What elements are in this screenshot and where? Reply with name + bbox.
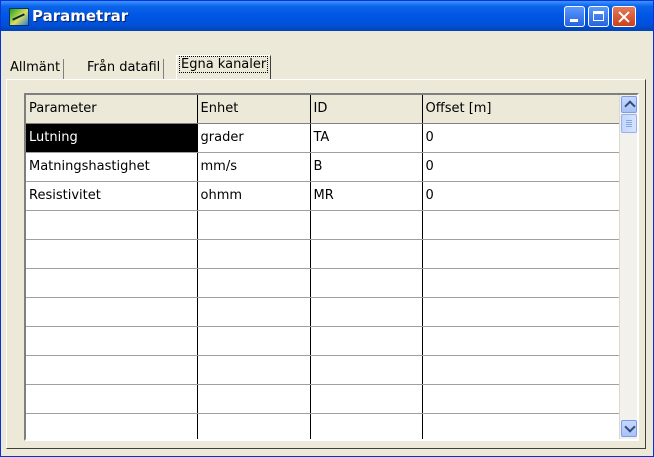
- tab-egna-kanaler-label: Egna kanaler: [178, 56, 269, 73]
- channel-table: Parameter Enhet ID Offset [m] Lutning gra…: [26, 95, 620, 439]
- column-header-parameter[interactable]: Parameter: [26, 95, 198, 124]
- table-cell[interactable]: [26, 210, 198, 240]
- table-row: Matningshastighet mm/s B 0: [26, 152, 620, 182]
- table-row: Lutning grader TA 0: [26, 123, 620, 153]
- table-cell[interactable]: [422, 297, 620, 327]
- table-cell[interactable]: [26, 239, 198, 269]
- table-cell[interactable]: [310, 384, 423, 414]
- channel-grid[interactable]: Parameter Enhet ID Offset [m] Lutning gra…: [24, 93, 639, 441]
- table-cell[interactable]: [197, 239, 311, 269]
- table-cell[interactable]: Lutning: [26, 123, 198, 153]
- table-cell[interactable]: [310, 326, 423, 356]
- close-button[interactable]: [612, 6, 636, 27]
- table-row: [26, 297, 620, 327]
- table-cell[interactable]: TA: [310, 123, 423, 153]
- table-cell[interactable]: [310, 413, 423, 439]
- table-cell[interactable]: mm/s: [197, 152, 311, 182]
- table-cell[interactable]: [310, 355, 423, 385]
- table-cell[interactable]: 0: [422, 123, 620, 153]
- column-header-offset[interactable]: Offset [m]: [422, 95, 620, 124]
- table-cell[interactable]: [197, 326, 311, 356]
- tab-egna-kanaler[interactable]: Egna kanaler: [176, 55, 272, 79]
- table-cell[interactable]: [197, 384, 311, 414]
- table-row: Resistivitet ohmm MR 0: [26, 181, 620, 211]
- table-cell[interactable]: Matningshastighet: [26, 152, 198, 182]
- table-cell[interactable]: [422, 413, 620, 439]
- table-cell[interactable]: [26, 355, 198, 385]
- table-row: [26, 239, 620, 269]
- table-cell[interactable]: [26, 326, 198, 356]
- table-cell[interactable]: [197, 297, 311, 327]
- table-row: [26, 268, 620, 298]
- table-cell[interactable]: [310, 268, 423, 298]
- table-cell[interactable]: [310, 297, 423, 327]
- table-cell[interactable]: [26, 413, 198, 439]
- table-cell[interactable]: [310, 239, 423, 269]
- minimize-button[interactable]: [564, 6, 585, 27]
- scroll-up-arrow-icon[interactable]: [621, 96, 637, 113]
- table-cell[interactable]: grader: [197, 123, 311, 153]
- title-bar[interactable]: Parametrar: [1, 1, 653, 31]
- table-cell[interactable]: [422, 239, 620, 269]
- column-header-id[interactable]: ID: [310, 95, 423, 124]
- table-cell[interactable]: 0: [422, 152, 620, 182]
- table-cell[interactable]: 0: [422, 181, 620, 211]
- table-cell[interactable]: [197, 413, 311, 439]
- parametrar-window: Parametrar Allmänt Från datafil Egna kan…: [0, 0, 654, 457]
- table-cell[interactable]: [422, 384, 620, 414]
- scroll-thumb[interactable]: [621, 114, 637, 133]
- vertical-scrollbar[interactable]: [619, 95, 637, 439]
- table-header-row: Parameter Enhet ID Offset [m]: [26, 95, 620, 124]
- table-cell[interactable]: [197, 210, 311, 240]
- table-row: [26, 413, 620, 439]
- table-cell[interactable]: ohmm: [197, 181, 311, 211]
- scroll-down-arrow-icon[interactable]: [621, 420, 637, 437]
- table-row: [26, 210, 620, 240]
- table-cell[interactable]: [422, 326, 620, 356]
- table-cell[interactable]: [422, 210, 620, 240]
- table-cell[interactable]: [310, 210, 423, 240]
- table-cell[interactable]: B: [310, 152, 423, 182]
- maximize-button[interactable]: [588, 6, 609, 27]
- window-title: Parametrar: [32, 7, 129, 25]
- table-cell[interactable]: [26, 268, 198, 298]
- table-row: [26, 384, 620, 414]
- table-cell[interactable]: [26, 297, 198, 327]
- table-cell[interactable]: [197, 355, 311, 385]
- table-row: [26, 355, 620, 385]
- table-cell[interactable]: [422, 355, 620, 385]
- table-row: [26, 326, 620, 356]
- table-cell[interactable]: MR: [310, 181, 423, 211]
- column-header-enhet[interactable]: Enhet: [197, 95, 311, 124]
- tab-allmant[interactable]: Allmänt: [7, 59, 65, 79]
- table-cell[interactable]: [197, 268, 311, 298]
- table-cell[interactable]: Resistivitet: [26, 181, 198, 211]
- table-cell[interactable]: [26, 384, 198, 414]
- table-cell[interactable]: [422, 268, 620, 298]
- tab-fran-datafil[interactable]: Från datafil: [84, 59, 165, 79]
- app-chart-icon: [9, 8, 29, 26]
